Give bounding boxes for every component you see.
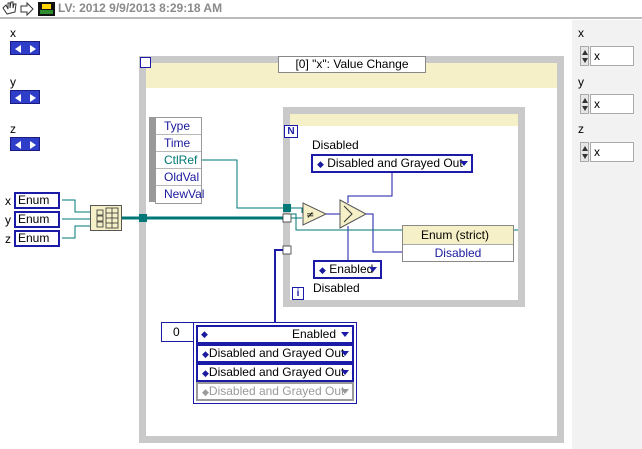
select-node[interactable]: [339, 199, 368, 229]
event-tunnel: [139, 214, 147, 222]
diagram-canvas: LV: 2012 9/9/2013 8:29:18 AM x y z x Enu…: [0, 0, 642, 449]
wire-enum-x[interactable]: [62, 199, 90, 213]
not-equal-node[interactable]: ≠: [302, 202, 328, 226]
wire-array-constant[interactable]: [274, 249, 283, 322]
loop-tunnel: [283, 204, 291, 212]
array-tunnel: [282, 245, 292, 255]
wire-ctlref[interactable]: [202, 159, 283, 209]
svg-text:≠: ≠: [306, 210, 314, 221]
indexing-tunnel: [282, 213, 292, 223]
wire-enum-z[interactable]: [62, 225, 90, 239]
wire-select-out[interactable]: [366, 213, 402, 253]
build-array-grid-icon: [96, 207, 119, 229]
wires-layer: ≠: [62, 159, 518, 322]
wire-loop-ref[interactable]: [291, 207, 303, 213]
wire-disabled-ring[interactable]: [347, 173, 393, 203]
